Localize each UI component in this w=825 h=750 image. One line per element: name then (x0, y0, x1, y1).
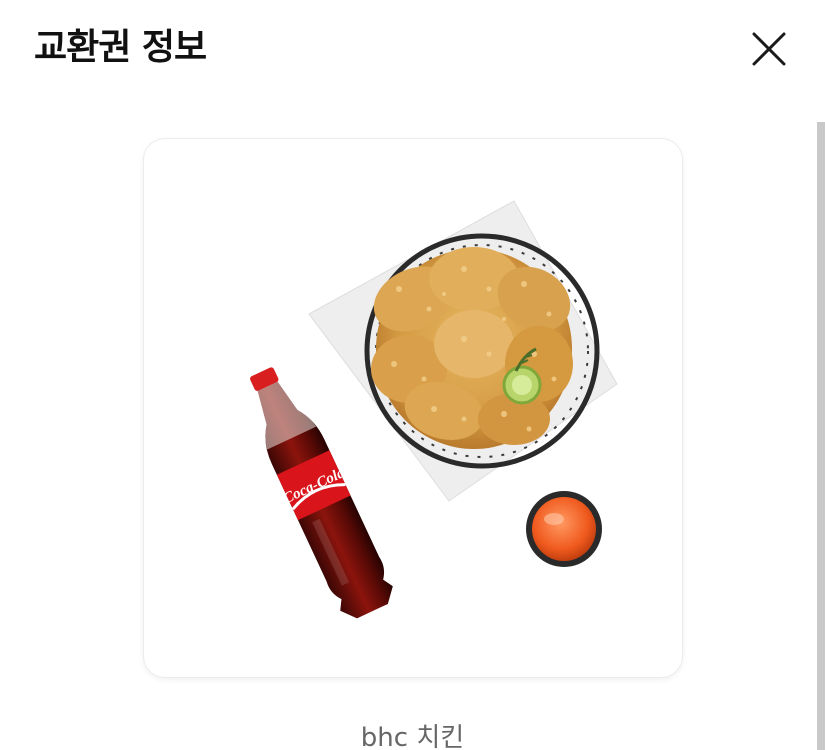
chicken-cola-set-image: Coca-Cola (250, 200, 618, 619)
scrollbar[interactable] (817, 122, 825, 750)
product-image-card: Coca-Cola (143, 138, 683, 678)
product-name: bhc 치킨 (360, 723, 465, 750)
page-title: 교환권 정보 (34, 27, 207, 68)
dipping-sauce (526, 491, 602, 567)
close-button[interactable] (746, 26, 792, 72)
voucher-info-page: 교환권 정보 Coca-Cola bhc 치킨 (0, 0, 825, 750)
close-icon (752, 32, 786, 66)
